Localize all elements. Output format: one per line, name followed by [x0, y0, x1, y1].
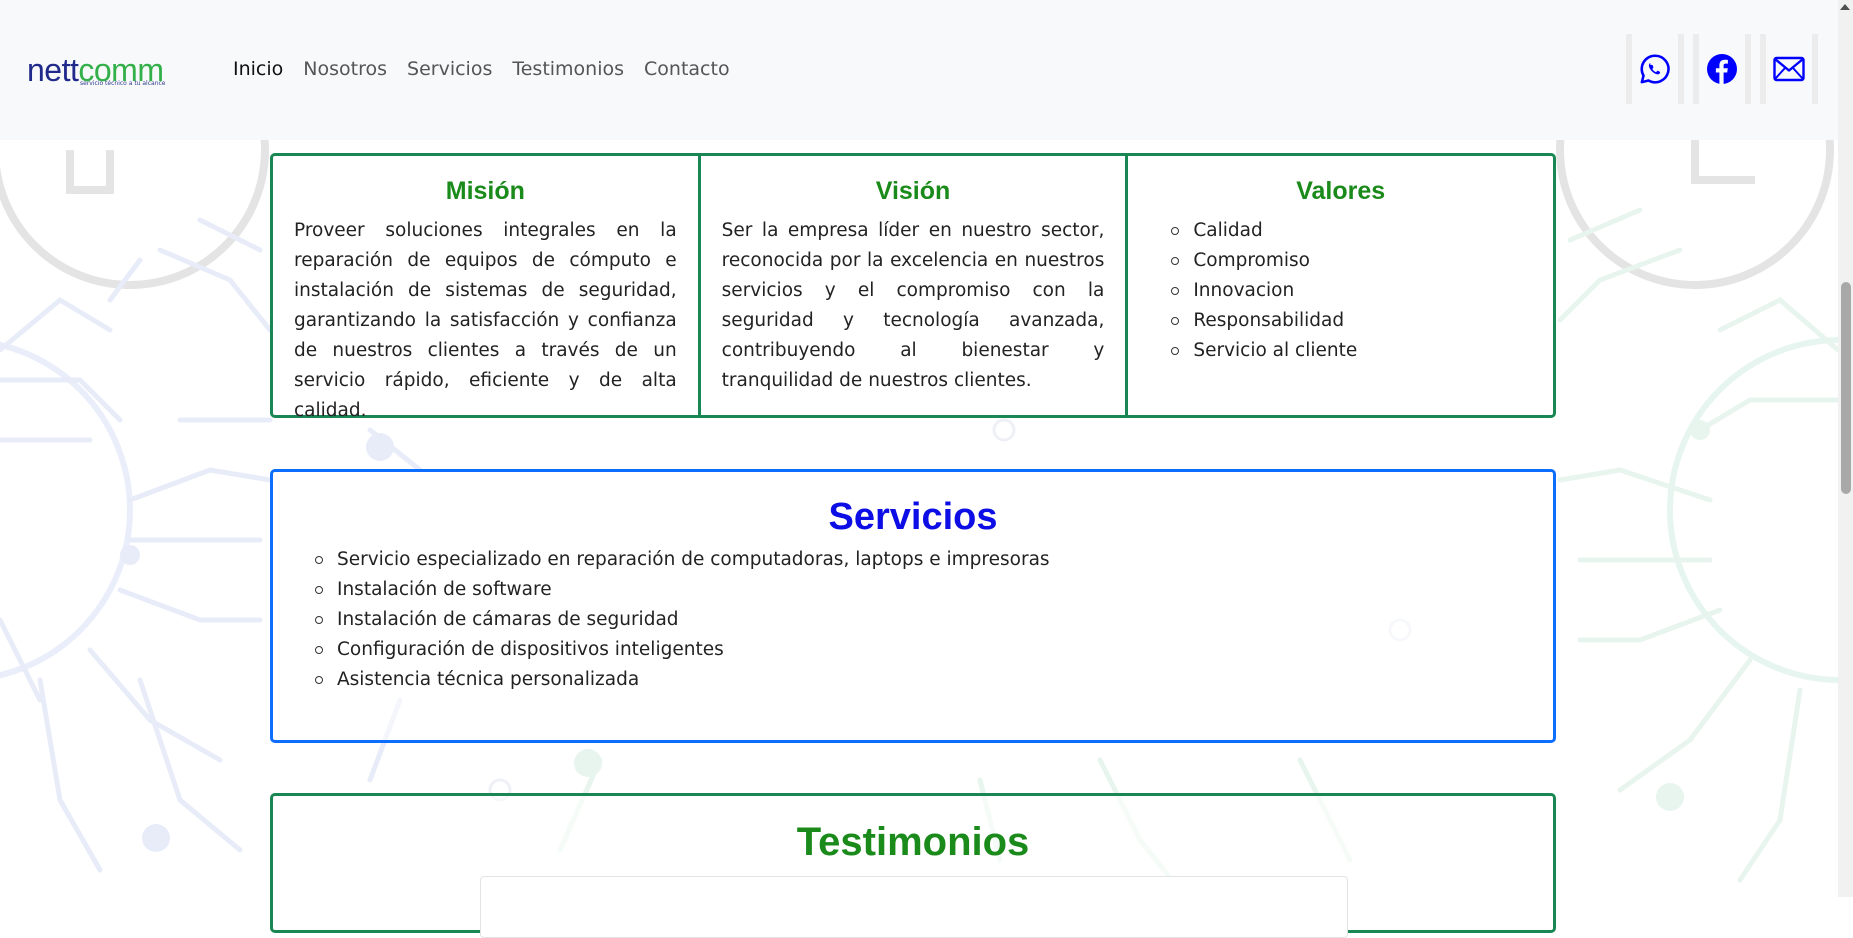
nav-link-inicio[interactable]: Inicio — [233, 56, 293, 82]
main-nav: Inicio Nosotros Servicios Testimonios Co… — [233, 56, 740, 82]
nav-link-testimonios[interactable]: Testimonios — [502, 56, 634, 82]
testimonios-title: Testimonios — [796, 820, 1030, 864]
envelope-icon — [1773, 56, 1805, 82]
logo-letter-n: n — [27, 52, 45, 88]
list-item: Asistencia técnica personalizada — [315, 665, 1525, 695]
page-scrollbar[interactable] — [1838, 0, 1853, 897]
servicios-title: Servicios — [828, 496, 998, 538]
list-item: Calidad — [1171, 216, 1532, 246]
valores-list: Calidad Compromiso Innovacion Responsabi… — [1149, 216, 1532, 366]
servicios-section: Servicios Servicio especializado en repa… — [270, 469, 1556, 743]
list-item: Instalación de cámaras de seguridad — [315, 605, 1525, 635]
list-item: Servicio especializado en reparación de … — [315, 545, 1525, 575]
nav-link-contacto[interactable]: Contacto — [634, 56, 740, 82]
mision-column: Misión Proveer soluciones integrales en … — [273, 156, 698, 421]
valores-title: Valores — [1296, 177, 1386, 205]
facebook-icon — [1707, 54, 1737, 84]
list-item: Configuración de dispositivos inteligent… — [315, 635, 1525, 665]
nav-link-nosotros[interactable]: Nosotros — [293, 56, 397, 82]
vision-title: Visión — [875, 177, 951, 205]
valores-column: Valores Calidad Compromiso Innovacion Re… — [1125, 156, 1553, 415]
logo-letters-tt: tt — [61, 52, 79, 88]
nav-link-servicios[interactable]: Servicios — [397, 56, 502, 82]
logo-tagline: servicio técnico a tu alcance — [80, 80, 166, 87]
servicios-list: Servicio especializado en reparación de … — [301, 545, 1525, 695]
vision-text: Ser la empresa líder en nuestro sector, … — [721, 220, 1105, 391]
mision-title: Misión — [445, 177, 525, 205]
mision-text: Proveer soluciones integrales en la repa… — [294, 220, 677, 421]
list-item: Compromiso — [1171, 246, 1532, 276]
scroll-up-arrow-icon[interactable] — [1840, 4, 1850, 10]
email-button[interactable] — [1760, 34, 1818, 104]
whatsapp-button[interactable] — [1626, 34, 1684, 104]
list-item: Servicio al cliente — [1171, 336, 1532, 366]
vision-column: Visión Ser la empresa líder en nuestro s… — [697, 156, 1126, 415]
whatsapp-icon — [1640, 54, 1670, 84]
mision-vision-valores-section: Misión Proveer soluciones integrales en … — [270, 153, 1556, 421]
list-item: Responsabilidad — [1171, 306, 1532, 336]
testimonios-section: Testimonios — [270, 793, 1556, 938]
scrollbar-thumb[interactable] — [1841, 282, 1851, 494]
facebook-button[interactable] — [1693, 34, 1751, 104]
list-item: Instalación de software — [315, 575, 1525, 605]
list-item: Innovacion — [1171, 276, 1532, 306]
testimonial-card — [480, 876, 1348, 938]
brand-logo[interactable]: nettcomm servicio técnico a tu alcance — [27, 54, 193, 90]
logo-letter-e: e — [44, 52, 62, 88]
navbar: nettcomm servicio técnico a tu alcance I… — [0, 0, 1838, 140]
